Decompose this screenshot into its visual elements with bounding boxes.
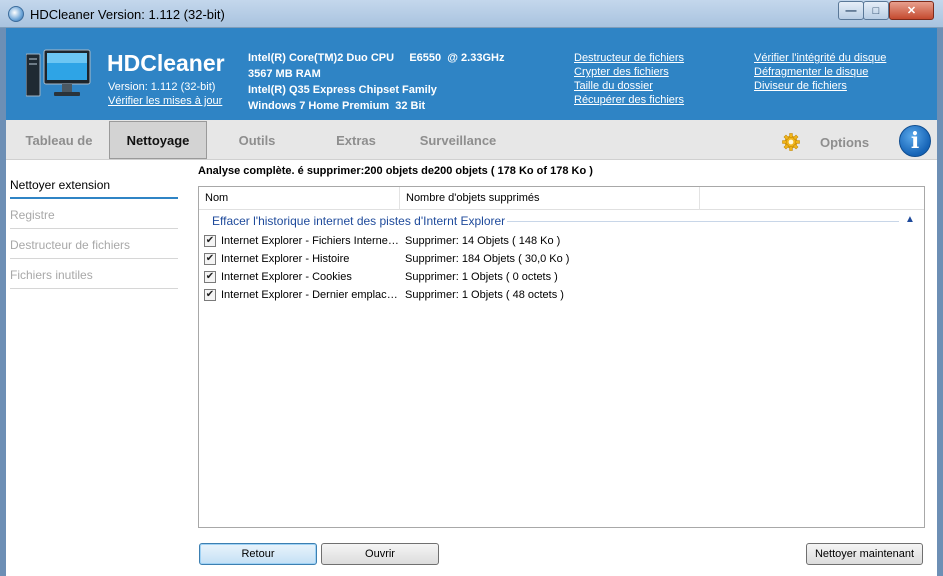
row-name: Internet Explorer - Histoire [221,253,350,265]
row-checkbox[interactable]: ✔ [204,289,216,301]
file-splitter-link[interactable]: Diviseur de fichiers [754,79,886,93]
chevron-up-icon[interactable]: ▲ [905,214,915,225]
sidebar-item-file-shredder[interactable]: Destructeur de fichiers [10,231,178,259]
table-row[interactable]: ✔ Internet Explorer - Histoire Supprimer… [204,250,919,268]
app-brand: HDCleaner [107,50,225,76]
file-shredder-link[interactable]: Destructeur de fichiers [574,51,684,65]
column-header-name[interactable]: Nom [199,187,400,210]
os-info: Windows 7 Home Premium 32 Bit [248,100,426,112]
tab-tools[interactable]: Outils [212,120,302,160]
tab-extras[interactable]: Extras [316,120,396,160]
title-bar: HDCleaner Version: 1.112 (32-bit) — □ ✕ [0,0,943,28]
folder-size-link[interactable]: Taille du dossier [574,79,684,93]
info-icon[interactable]: i [899,125,931,157]
row-count: Supprimer: 1 Objets ( 48 octets ) [405,289,564,301]
row-name: Internet Explorer - Dernier emplacement … [221,289,401,301]
back-button[interactable]: Retour [199,543,317,565]
row-count: Supprimer: 14 Objets ( 148 Ko ) [405,235,561,247]
tools-links-1: Destructeur de fichiers Crypter des fich… [574,51,684,107]
minimize-button[interactable]: — [838,1,864,20]
disk-check-link[interactable]: Vérifier l'intégrité du disque [754,51,886,65]
row-name: Internet Explorer - Fichiers Internet te… [221,235,401,247]
ram-info: 3567 MB RAM [248,68,321,80]
open-button[interactable]: Ouvrir [321,543,439,565]
app-frame: HDCleaner Version: 1.112 (32-bit) Vérifi… [6,28,937,576]
app-icon [8,6,24,22]
version-label: Version: 1.112 (32-bit) [108,81,216,93]
group-header: Effacer l'historique internet des pistes… [212,214,506,228]
window-title: HDCleaner Version: 1.112 (32-bit) [30,7,225,22]
clean-now-button[interactable]: Nettoyer maintenant [806,543,923,565]
cpu-info: Intel(R) Core(TM)2 Duo CPU E6550 @ 2.33G… [248,52,505,64]
row-checkbox[interactable]: ✔ [204,253,216,265]
table-row[interactable]: ✔ Internet Explorer - Dernier emplacemen… [204,286,919,304]
tab-monitoring[interactable]: Surveillance [406,120,510,160]
tab-dashboard[interactable]: Tableau de [10,120,108,160]
chipset-info: Intel(R) Q35 Express Chipset Family [248,84,437,96]
sidebar-item-junk-files[interactable]: Fichiers inutiles [10,261,178,289]
check-updates-link[interactable]: Vérifier les mises à jour [108,95,222,107]
listview-header: Nom Nombre d'objets supprimés [199,187,924,210]
system-info: Intel(R) Core(TM)2 Duo CPU E6550 @ 2.33G… [248,50,504,114]
group-divider [507,221,899,222]
row-name: Internet Explorer - Cookies [221,271,352,283]
header-banner: HDCleaner Version: 1.112 (32-bit) Vérifi… [6,28,937,120]
sidebar-item-clean-extension[interactable]: Nettoyer extension [10,171,178,199]
options-button[interactable]: Options [820,135,869,150]
results-listview[interactable]: Nom Nombre d'objets supprimés Effacer l'… [198,186,925,528]
computer-icon [26,49,91,97]
row-checkbox[interactable]: ✔ [204,235,216,247]
gear-icon[interactable] [782,133,800,151]
recover-files-link[interactable]: Récupérer des fichiers [574,93,684,107]
row-checkbox[interactable]: ✔ [204,271,216,283]
row-count: Supprimer: 184 Objets ( 30,0 Ko ) [405,253,570,265]
sidebar-item-registry[interactable]: Registre [10,201,178,229]
defrag-link[interactable]: Défragmenter le disque [754,65,886,79]
tab-cleaning[interactable]: Nettoyage [109,121,207,159]
close-button[interactable]: ✕ [889,1,934,20]
maximize-button[interactable]: □ [863,1,889,20]
analysis-summary: Analyse complète. é supprimer:200 objets… [198,165,593,177]
tools-links-2: Vérifier l'intégrité du disque Défragmen… [754,51,886,93]
table-row[interactable]: ✔ Internet Explorer - Cookies Supprimer:… [204,268,919,286]
table-row[interactable]: ✔ Internet Explorer - Fichiers Internet … [204,232,919,250]
column-header-count[interactable]: Nombre d'objets supprimés [400,187,700,210]
encrypt-files-link[interactable]: Crypter des fichiers [574,65,684,79]
row-count: Supprimer: 1 Objets ( 0 octets ) [405,271,558,283]
